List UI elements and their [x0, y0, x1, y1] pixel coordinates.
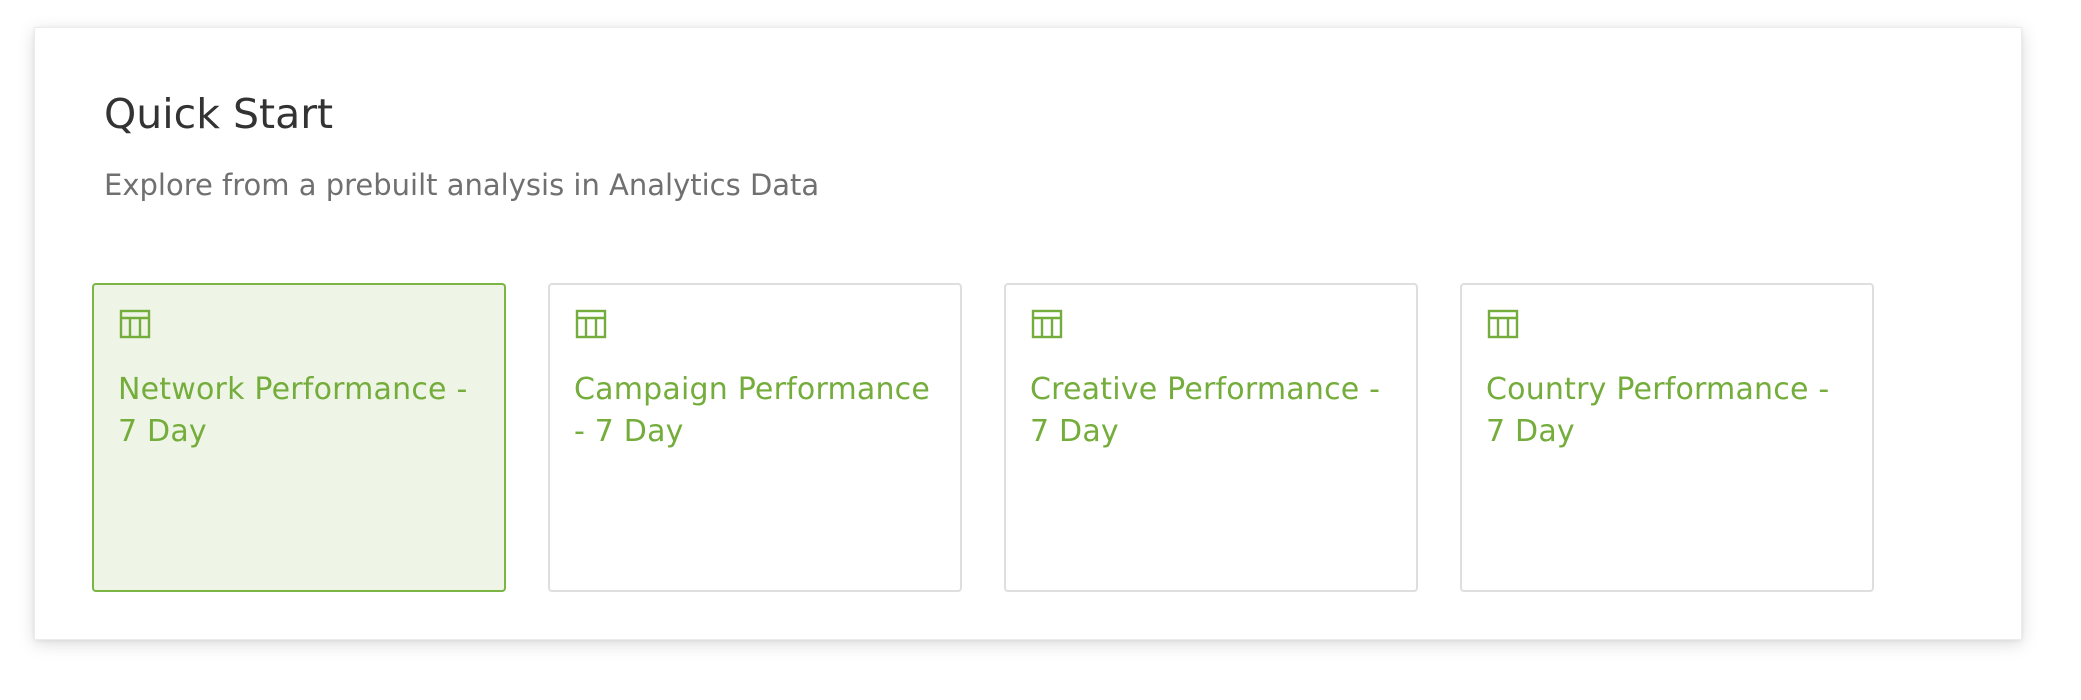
- card-network-performance[interactable]: Network Performance - 7 Day: [92, 283, 506, 592]
- quick-start-cards: Network Performance - 7 Day Campaign Per…: [92, 283, 1874, 592]
- card-creative-performance[interactable]: Creative Performance - 7 Day: [1004, 283, 1418, 592]
- panel-title: Quick Start: [104, 90, 334, 138]
- table-icon: [575, 309, 607, 339]
- card-label: Campaign Performance - 7 Day: [574, 372, 931, 449]
- table-icon: [1031, 309, 1063, 339]
- card-label: Country Performance - 7 Day: [1486, 372, 1830, 449]
- card-label: Creative Performance - 7 Day: [1030, 372, 1381, 449]
- card-country-performance[interactable]: Country Performance - 7 Day: [1460, 283, 1874, 592]
- card-campaign-performance[interactable]: Campaign Performance - 7 Day: [548, 283, 962, 592]
- quick-start-panel: Quick Start Explore from a prebuilt anal…: [34, 27, 2022, 640]
- table-icon: [1487, 309, 1519, 339]
- panel-subtitle: Explore from a prebuilt analysis in Anal…: [104, 168, 820, 202]
- card-label: Network Performance - 7 Day: [118, 372, 468, 449]
- table-icon: [119, 309, 151, 339]
